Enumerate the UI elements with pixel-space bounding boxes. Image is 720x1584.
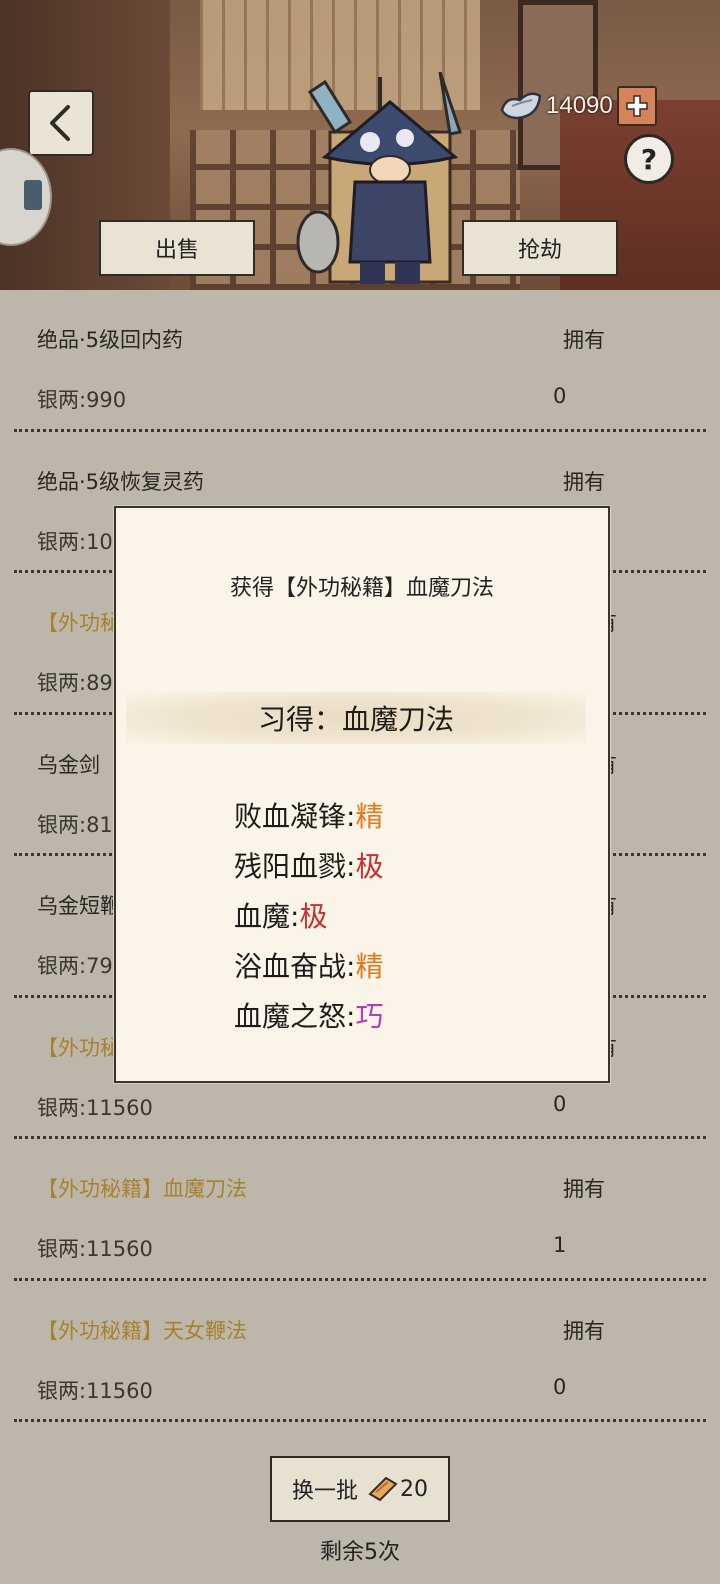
own-count: 0 (553, 1091, 567, 1116)
skill-entry: 浴血奋战:精 (234, 942, 383, 992)
skill-entry: 血魔之怒:巧 (234, 992, 383, 1042)
remaining-count: 剩余5次 (320, 1540, 400, 1565)
item-name: 乌金剑 (37, 752, 100, 777)
item-name: 【外功秘 (37, 611, 121, 635)
item-name: 绝品·5级恢复灵药 (37, 469, 205, 494)
skill-name: 血魔: (234, 900, 300, 933)
add-silver-button[interactable] (616, 86, 657, 126)
own-count: 0 (553, 1374, 567, 1399)
chevron-left-icon (50, 105, 70, 141)
refresh-label: 换一批 (291, 1479, 358, 1504)
rob-button[interactable]: 抢劫 (462, 220, 618, 276)
list-item[interactable]: 绝品·5级回内药 拥有 银两:990 0 (0, 290, 720, 432)
item-name: 【外功秘籍】血魔刀法 (37, 1177, 247, 1201)
skill-grade: 精 (355, 800, 384, 833)
plus-icon (626, 95, 648, 117)
skill-grade: 极 (299, 900, 328, 933)
own-label: 拥有 (563, 1177, 605, 1201)
silver-currency: 14090 (500, 86, 657, 126)
skill-list: 败血凝锋:精 残阳血戮:极 血魔:极 浴血奋战:精 血魔之怒:巧 (234, 792, 383, 1042)
refresh-batch-button[interactable]: 换一批 20 (270, 1456, 450, 1522)
item-price: 银两:990 (37, 388, 127, 412)
token-ticket-icon (368, 1476, 398, 1502)
sell-button[interactable]: 出售 (99, 220, 255, 276)
obtain-item-dialog[interactable]: 获得【外功秘籍】血魔刀法 习得：血魔刀法 败血凝锋:精 残阳血戮:极 血魔:极 … (114, 506, 610, 1083)
item-price: 银两:11560 (37, 1095, 153, 1120)
silver-amount: 14090 (546, 92, 613, 119)
item-price: 银两:11560 (37, 1237, 153, 1261)
refresh-cost-amount: 20 (400, 1476, 428, 1502)
item-price: 银两:81 (37, 812, 113, 837)
item-price: 银两:10 (37, 529, 113, 554)
skill-grade: 巧 (355, 1000, 384, 1033)
skill-grade: 极 (355, 850, 384, 883)
skill-entry: 残阳血戮:极 (234, 842, 383, 892)
skill-name: 残阳血戮: (234, 850, 356, 883)
item-name: 【外功秘 (37, 1035, 121, 1060)
own-count: 1 (553, 1233, 567, 1257)
item-name: 乌金短鞭 (37, 894, 121, 918)
refresh-cost: 20 (368, 1476, 428, 1502)
skill-name: 血魔之怒: (234, 1000, 356, 1033)
own-label: 拥有 (563, 1318, 605, 1343)
silver-ingot-icon (500, 92, 542, 120)
list-item[interactable]: 【外功秘籍】血魔刀法 拥有 银两:11560 1 (0, 1139, 720, 1281)
back-button[interactable] (28, 90, 94, 156)
own-count: 0 (553, 384, 567, 408)
skill-entry: 血魔:极 (234, 892, 383, 942)
help-button[interactable]: ? (624, 134, 674, 184)
shop-header-scene: 出售 抢劫 14090 ? (0, 0, 720, 290)
item-price: 银两:11560 (37, 1378, 153, 1403)
skill-name: 败血凝锋: (234, 800, 356, 833)
skill-grade: 精 (355, 950, 384, 983)
learned-banner: 习得：血魔刀法 (126, 692, 586, 744)
skill-entry: 败血凝锋:精 (234, 792, 383, 842)
skill-name: 浴血奋战: (234, 950, 356, 983)
event-icon (24, 180, 42, 210)
own-label: 拥有 (563, 328, 605, 352)
merchant-illustration (296, 72, 462, 284)
item-name: 绝品·5级回内药 (37, 328, 184, 352)
own-label: 拥有 (563, 469, 605, 494)
item-price: 银两:89 (37, 671, 113, 695)
dotted-divider (14, 1419, 706, 1422)
list-item[interactable]: 【外功秘籍】天女鞭法 拥有 银两:11560 0 (0, 1281, 720, 1422)
item-name: 【外功秘籍】天女鞭法 (37, 1318, 247, 1343)
dialog-title: 获得【外功秘籍】血魔刀法 (229, 576, 494, 601)
item-price: 银两:79 (37, 954, 113, 978)
